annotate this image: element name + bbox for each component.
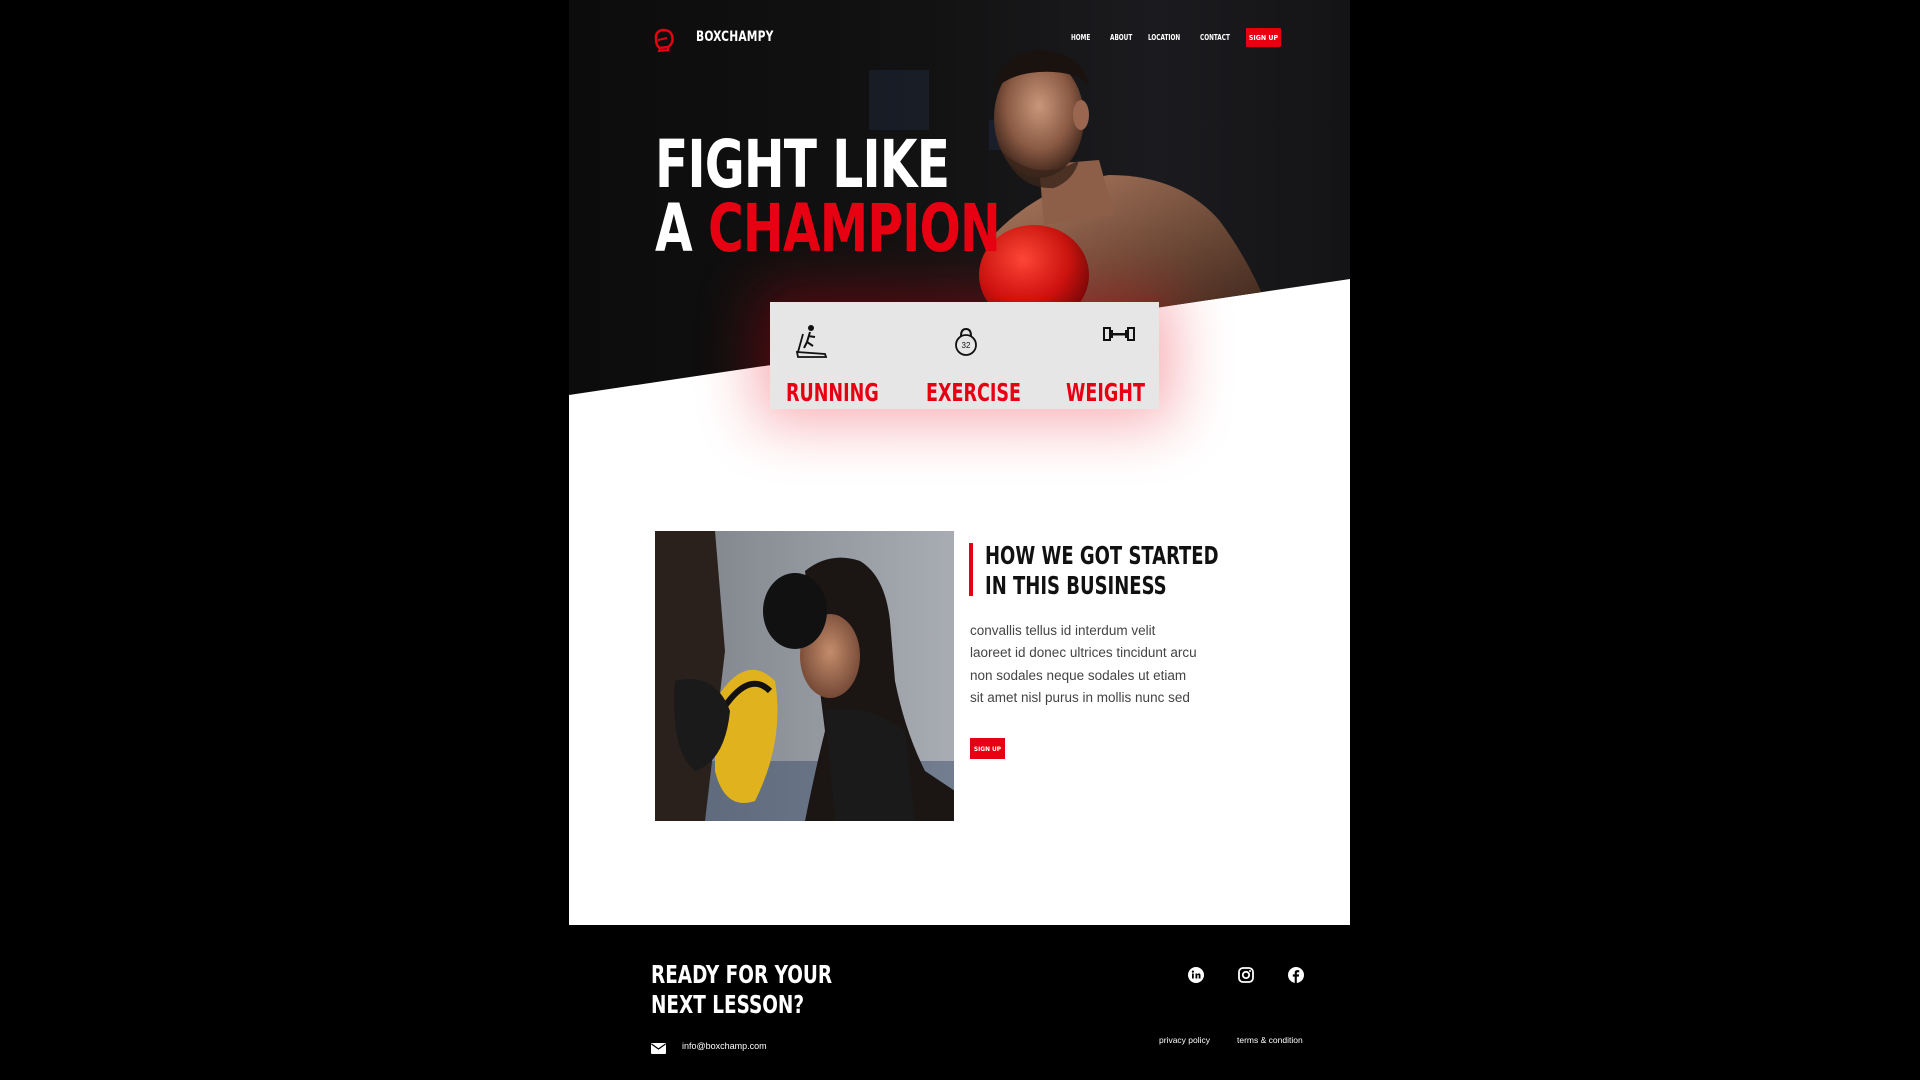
boxing-training-photo — [655, 531, 954, 821]
terms-condition-link[interactable]: terms & condition — [1237, 1035, 1303, 1045]
footer: READY FOR YOUR NEXT LESSON? info@boxcham… — [569, 925, 1350, 1080]
footer-title-line2: NEXT LESSON? — [651, 990, 805, 1019]
about-signup-button[interactable]: SIGN UP — [970, 738, 1005, 759]
facebook-icon[interactable] — [1288, 967, 1304, 983]
footer-title: READY FOR YOUR NEXT LESSON? — [651, 960, 832, 1020]
about-title-line2: IN THIS BUSINESS — [985, 571, 1167, 600]
hero-title-highlight: CHAMPION — [707, 190, 1001, 267]
nav-contact[interactable]: CONTACT — [1200, 33, 1230, 42]
brand-name[interactable]: BOXCHAMPY — [696, 29, 774, 45]
about-title: HOW WE GOT STARTED IN THIS BUSINESS — [985, 541, 1219, 601]
features-card: 32 RUNNING EXERCISE WEIGHT — [770, 302, 1159, 409]
instagram-icon[interactable] — [1238, 967, 1254, 983]
footer-title-line1: READY FOR YOUR — [651, 960, 833, 989]
nav-signup-button[interactable]: SIGN UP — [1246, 28, 1281, 47]
dumbbell-icon — [1102, 325, 1136, 348]
feature-label-running: RUNNING — [786, 378, 879, 407]
hero-title-line2: A CHAMPION — [655, 196, 1001, 262]
about-title-line1: HOW WE GOT STARTED — [985, 541, 1219, 570]
about-paragraph: convallis tellus id interdum velit laore… — [970, 623, 1197, 705]
kettlebell-weight-label: 32 — [962, 341, 971, 350]
hero-title-prefix: A — [655, 190, 708, 267]
hero-title-line1: FIGHT LIKE — [655, 126, 950, 203]
privacy-policy-link[interactable]: privacy policy — [1159, 1035, 1210, 1045]
footer-email[interactable]: info@boxchamp.com — [682, 1041, 767, 1051]
kettlebell-icon: 32 — [953, 327, 979, 362]
linkedin-icon[interactable] — [1188, 967, 1204, 983]
nav-location[interactable]: LOCATION — [1148, 33, 1180, 42]
feature-label-weight: WEIGHT — [1066, 378, 1145, 407]
boxing-glove-logo-icon[interactable] — [651, 26, 677, 57]
nav-about[interactable]: ABOUT — [1110, 33, 1132, 42]
treadmill-icon — [795, 324, 829, 363]
about-accent-bar — [969, 543, 973, 596]
mail-icon — [651, 1041, 666, 1059]
landing-page: BOXCHAMPY HOME ABOUT LOCATION CONTACT SI… — [569, 0, 1350, 1080]
feature-label-exercise: EXERCISE — [926, 378, 1022, 407]
nav-home[interactable]: HOME — [1071, 33, 1090, 42]
